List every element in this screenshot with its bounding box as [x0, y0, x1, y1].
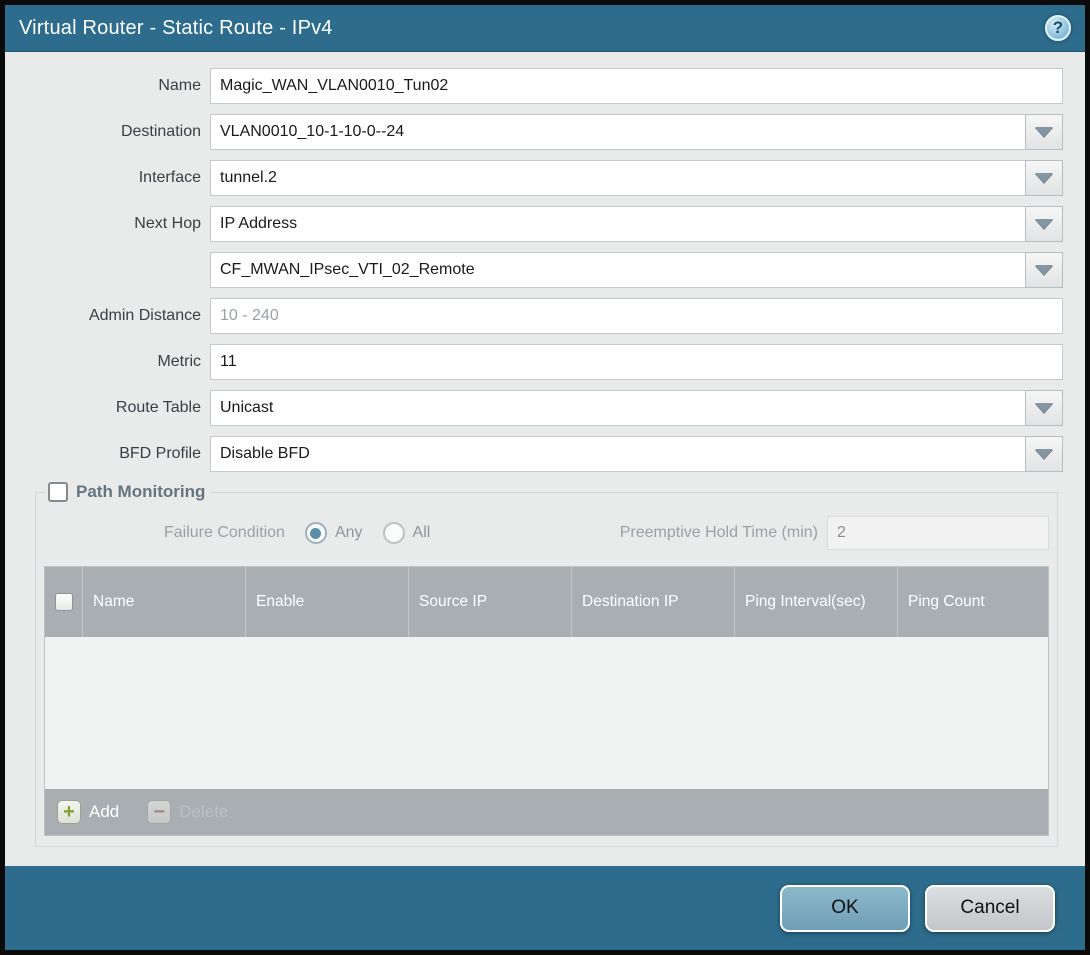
- bfd-profile-label: BFD Profile: [5, 445, 210, 463]
- name-label: Name: [5, 77, 210, 95]
- select-all-checkbox[interactable]: [55, 593, 73, 611]
- failure-condition-all-label: All: [413, 524, 431, 542]
- failure-condition-any-radio[interactable]: [305, 522, 327, 544]
- row-next-hop-address: [5, 252, 1085, 288]
- dialog-footer: OK Cancel: [5, 866, 1085, 950]
- metric-input[interactable]: [210, 344, 1063, 380]
- route-table-label: Route Table: [5, 399, 210, 417]
- failure-condition-radio-group: Any All: [285, 522, 430, 544]
- admin-distance-label: Admin Distance: [5, 307, 210, 325]
- table-header-ping-count: Ping Count: [898, 567, 1048, 637]
- next-hop-address-input[interactable]: [210, 252, 1025, 288]
- failure-condition-all-radio[interactable]: [383, 522, 405, 544]
- table-header-source-ip: Source IP: [409, 567, 572, 637]
- failure-condition-row: Failure Condition Any All Preemptive Hol…: [44, 516, 1049, 550]
- table-header-destination-ip: Destination IP: [572, 567, 735, 637]
- bfd-profile-input[interactable]: [210, 436, 1025, 472]
- chevron-down-icon: [1035, 219, 1053, 229]
- chevron-down-icon: [1035, 403, 1053, 413]
- path-monitoring-section: Path Monitoring Failure Condition Any Al…: [35, 482, 1058, 847]
- static-route-dialog: Virtual Router - Static Route - IPv4 ? N…: [5, 5, 1085, 950]
- path-monitoring-table: Name Enable Source IP Destination IP Pin…: [44, 566, 1049, 836]
- add-button[interactable]: + Add: [57, 800, 119, 824]
- row-route-table: Route Table: [5, 390, 1085, 426]
- interface-dropdown-button[interactable]: [1025, 160, 1063, 196]
- next-hop-address-dropdown-button[interactable]: [1025, 252, 1063, 288]
- next-hop-type-input[interactable]: [210, 206, 1025, 242]
- table-header-ping-interval: Ping Interval(sec): [735, 567, 898, 637]
- dialog-title: Virtual Router - Static Route - IPv4: [19, 17, 333, 40]
- chevron-down-icon: [1035, 449, 1053, 459]
- add-button-label: Add: [89, 802, 119, 822]
- dialog-body: Name Destination Interface: [5, 52, 1085, 866]
- failure-condition-label: Failure Condition: [164, 524, 285, 542]
- admin-distance-input[interactable]: [210, 298, 1063, 334]
- chevron-down-icon: [1035, 127, 1053, 137]
- route-table-dropdown-button[interactable]: [1025, 390, 1063, 426]
- chevron-down-icon: [1035, 265, 1053, 275]
- destination-dropdown-button[interactable]: [1025, 114, 1063, 150]
- row-metric: Metric: [5, 344, 1085, 380]
- ok-button[interactable]: OK: [780, 885, 910, 932]
- screen: Virtual Router - Static Route - IPv4 ? N…: [0, 0, 1090, 955]
- delete-button[interactable]: − Delete: [147, 800, 228, 824]
- interface-input[interactable]: [210, 160, 1025, 196]
- chevron-down-icon: [1035, 173, 1053, 183]
- table-header-name: Name: [83, 567, 246, 637]
- plus-icon: +: [57, 800, 81, 824]
- table-select-all-cell: [45, 567, 83, 637]
- row-destination: Destination: [5, 114, 1085, 150]
- next-hop-label: Next Hop: [5, 215, 210, 233]
- table-toolbar: + Add − Delete: [45, 789, 1048, 835]
- table-header-enable: Enable: [246, 567, 409, 637]
- failure-condition-any-label: Any: [335, 524, 363, 542]
- row-bfd-profile: BFD Profile: [5, 436, 1085, 472]
- next-hop-type-dropdown-button[interactable]: [1025, 206, 1063, 242]
- name-input[interactable]: [210, 68, 1063, 104]
- preemptive-hold-time-input[interactable]: [827, 516, 1049, 550]
- route-table-input[interactable]: [210, 390, 1025, 426]
- dialog-titlebar: Virtual Router - Static Route - IPv4 ?: [5, 5, 1085, 52]
- row-next-hop: Next Hop: [5, 206, 1085, 242]
- destination-label: Destination: [5, 123, 210, 141]
- preemptive-hold-time-label: Preemptive Hold Time (min): [620, 524, 818, 542]
- path-monitoring-title: Path Monitoring: [76, 482, 205, 502]
- interface-label: Interface: [5, 169, 210, 187]
- table-header-row: Name Enable Source IP Destination IP Pin…: [45, 567, 1048, 637]
- delete-button-label: Delete: [179, 802, 228, 822]
- row-interface: Interface: [5, 160, 1085, 196]
- row-admin-distance: Admin Distance: [5, 298, 1085, 334]
- destination-input[interactable]: [210, 114, 1025, 150]
- table-body-empty: [45, 637, 1048, 789]
- cancel-button[interactable]: Cancel: [925, 885, 1055, 932]
- minus-icon: −: [147, 800, 171, 824]
- path-monitoring-checkbox[interactable]: [48, 482, 68, 502]
- metric-label: Metric: [5, 353, 210, 371]
- path-monitoring-legend: Path Monitoring: [46, 482, 211, 502]
- help-icon[interactable]: ?: [1045, 15, 1071, 41]
- bfd-profile-dropdown-button[interactable]: [1025, 436, 1063, 472]
- row-name: Name: [5, 68, 1085, 104]
